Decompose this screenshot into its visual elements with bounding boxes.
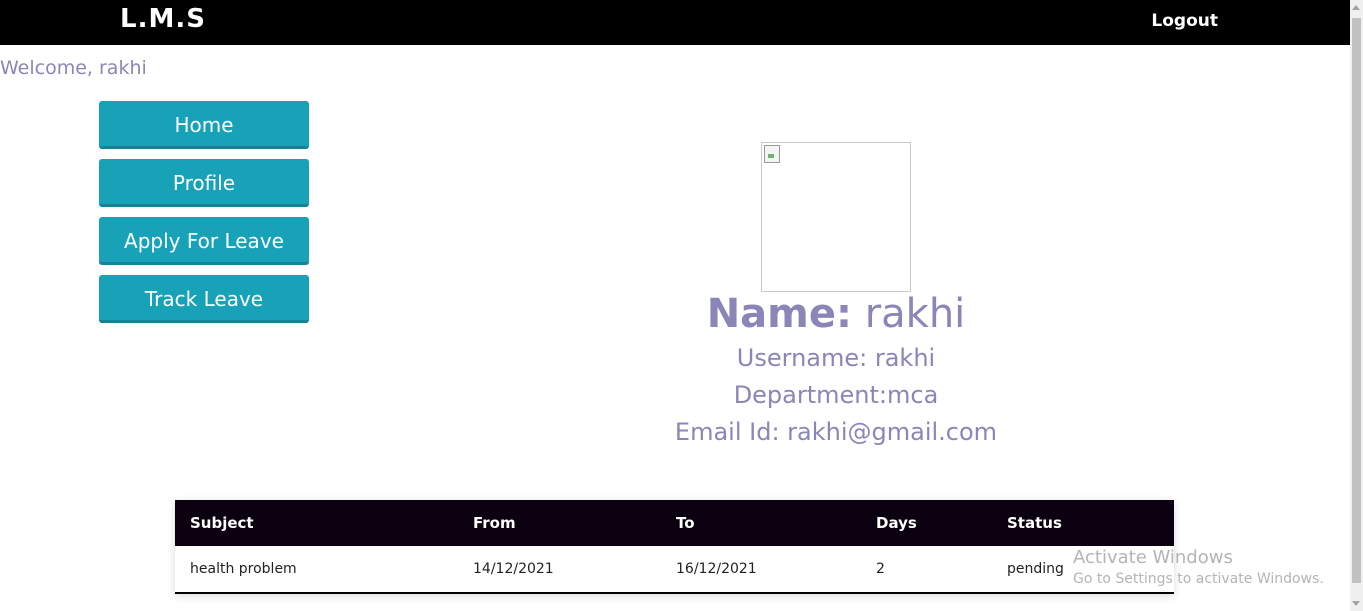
brand-logo[interactable]: L.M.S [120, 4, 206, 34]
page: L.M.S Logout Welcome, rakhi Home Profile… [0, 0, 1363, 611]
cell-subject: health problem [175, 546, 458, 594]
department-line: Department:mca [733, 381, 939, 409]
apply-for-leave-button[interactable]: Apply For Leave [99, 217, 309, 265]
logout-link[interactable]: Logout [1151, 11, 1218, 31]
profile-button[interactable]: Profile [99, 159, 309, 207]
cell-from: 14/12/2021 [458, 546, 661, 594]
username-line: Username: rakhi [736, 344, 936, 372]
top-navbar: L.M.S Logout [0, 0, 1350, 45]
name-label: Name: [706, 291, 852, 337]
profile-name: Name: rakhi [536, 288, 1136, 340]
name-value: rakhi [851, 291, 966, 337]
watermark-subtitle: Go to Settings to activate Windows. [1073, 571, 1324, 587]
sidebar-nav: Home Profile Apply For Leave Track Leave [99, 101, 309, 333]
track-leave-button[interactable]: Track Leave [99, 275, 309, 323]
header-status: Status [992, 500, 1174, 546]
leave-table: Subject From To Days Status health probl… [175, 500, 1174, 594]
header-to: To [661, 500, 861, 546]
scrollbar-thumb[interactable] [1352, 18, 1361, 583]
header-days: Days [861, 500, 992, 546]
table-header-row: Subject From To Days Status [175, 500, 1174, 546]
activate-windows-watermark: Activate Windows Go to Settings to activ… [1073, 547, 1324, 589]
home-button[interactable]: Home [99, 101, 309, 149]
cell-days: 2 [861, 546, 992, 594]
email-line: Email Id: rakhi@gmail.com [674, 418, 998, 446]
table-row: health problem 14/12/2021 16/12/2021 2 p… [175, 546, 1174, 594]
header-subject: Subject [175, 500, 458, 546]
profile-image [761, 142, 911, 292]
broken-image-icon [764, 145, 780, 163]
scroll-down-icon[interactable] [1352, 601, 1360, 606]
vertical-scrollbar[interactable] [1350, 0, 1363, 611]
scroll-up-icon[interactable] [1352, 5, 1360, 10]
profile-info: Name: rakhi Username: rakhi Department:m… [536, 288, 1136, 451]
header-from: From [458, 500, 661, 546]
cell-to: 16/12/2021 [661, 546, 861, 594]
welcome-message: Welcome, rakhi [0, 57, 147, 79]
watermark-title: Activate Windows [1073, 547, 1233, 568]
